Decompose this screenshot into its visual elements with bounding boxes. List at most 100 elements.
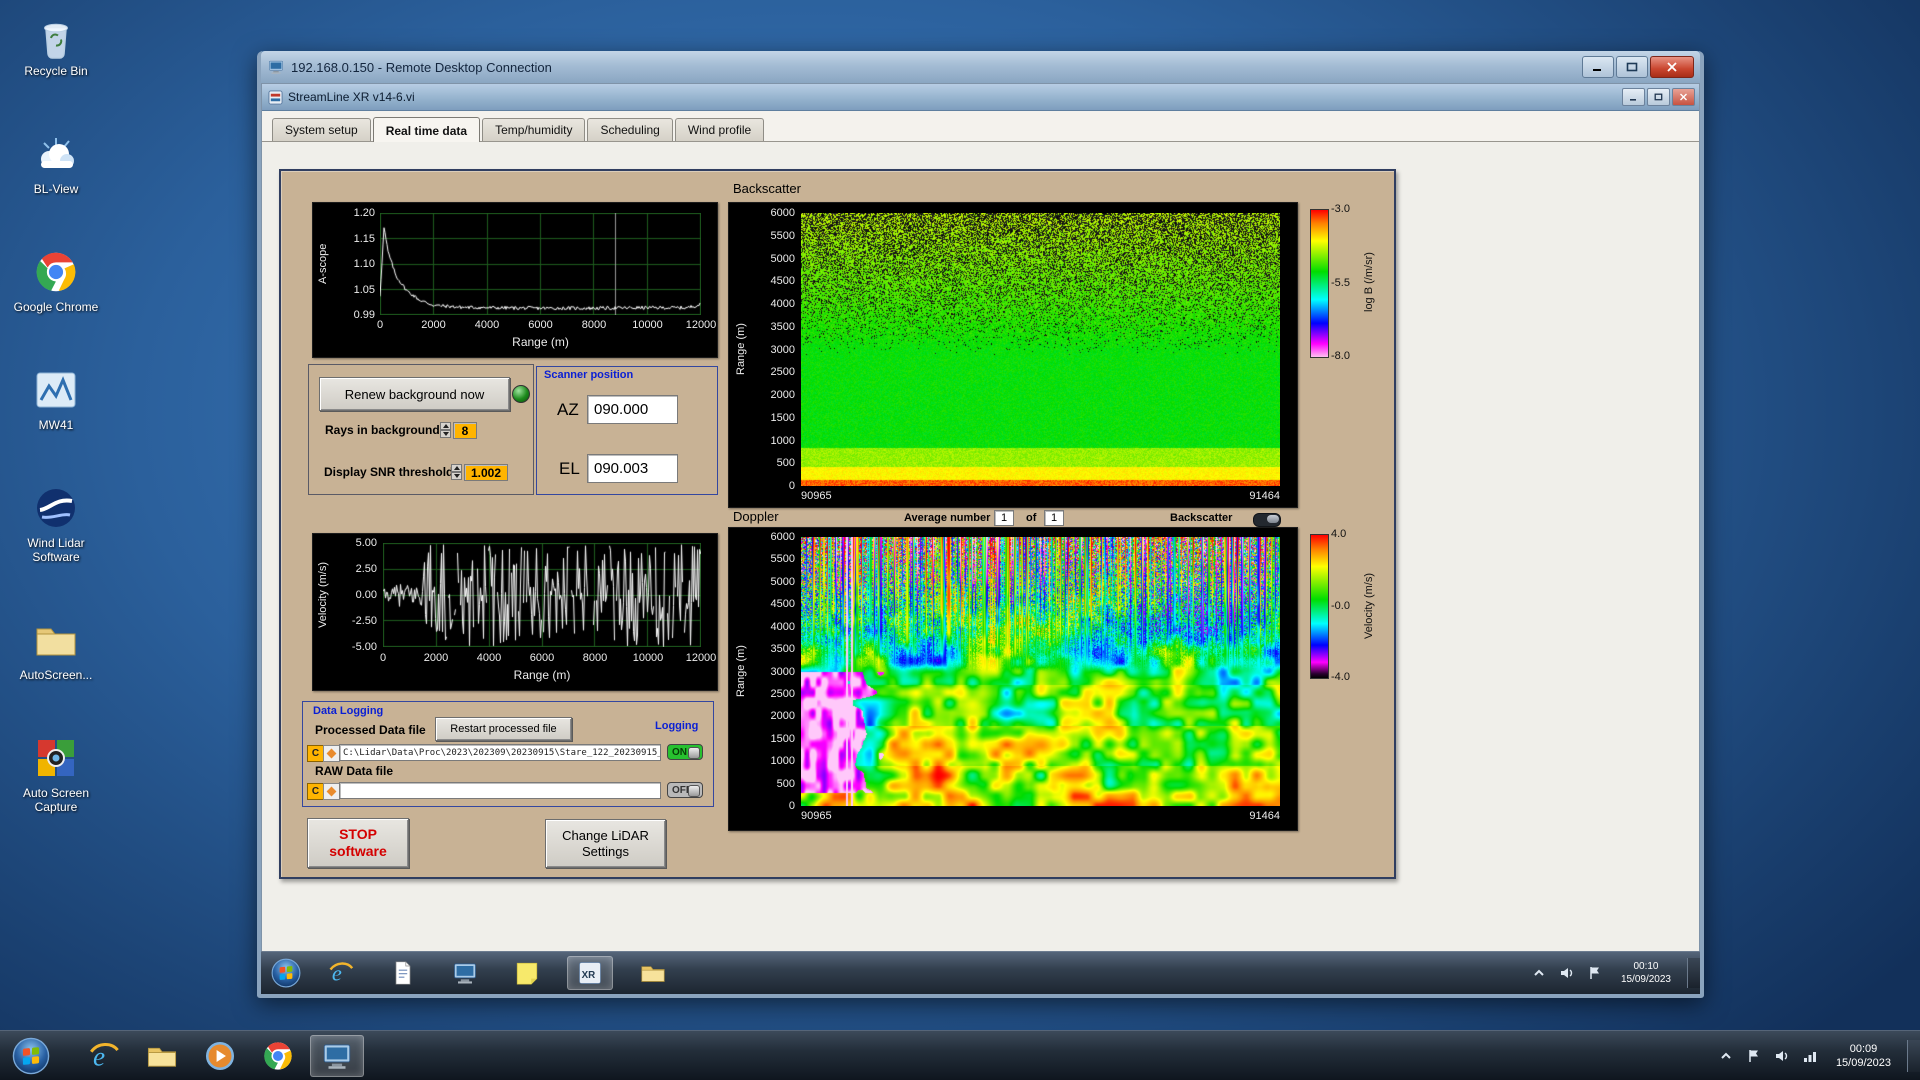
tick-label: 1.20 (354, 207, 375, 219)
renew-status-led (512, 385, 530, 403)
processed-logging-toggle[interactable]: ON (667, 744, 703, 760)
tick-label: 0.00 (356, 589, 377, 601)
desktop-icon-wind-lidar[interactable]: Wind Lidar Software (10, 484, 102, 564)
tick-label: 4.0 (1331, 528, 1346, 540)
renew-background-button[interactable]: Renew background now (319, 377, 510, 411)
hidden-icons-chevron[interactable] (1716, 1046, 1736, 1066)
remote-volume-icon[interactable] (1557, 963, 1577, 983)
app-titlebar[interactable]: StreamLine XR v14-6.vi (262, 84, 1699, 111)
rays-value-field[interactable]: 8 (453, 422, 477, 439)
remote-action-center-flag-icon[interactable] (1585, 963, 1605, 983)
desktop-icon-mw41[interactable]: MW41 (10, 366, 102, 432)
tick-label: 500 (777, 457, 795, 469)
rays-increment[interactable] (440, 422, 451, 430)
tick-label: 2000 (771, 710, 795, 722)
desktop-icon-bl-view[interactable]: BL-View (10, 130, 102, 196)
taskbar-ie-icon[interactable]: e (78, 1036, 130, 1076)
show-desktop-button[interactable] (1907, 1040, 1920, 1072)
doppler-heatmap: Range (m) 600055005000450040003500300025… (728, 527, 1298, 831)
average-count-field[interactable]: 1 (1044, 510, 1064, 526)
taskbar-chrome-icon[interactable] (252, 1036, 304, 1076)
a-scope-plot[interactable] (380, 213, 701, 315)
average-number-field[interactable]: 1 (994, 510, 1014, 526)
velocity-plot[interactable] (383, 543, 701, 647)
snr-threshold-label: Display SNR threshold (324, 465, 453, 479)
tick-label: 10000 (632, 319, 663, 331)
tick-label: 6000 (530, 652, 554, 664)
rays-decrement[interactable] (440, 430, 451, 438)
taskbar-media-player-icon[interactable] (194, 1036, 246, 1076)
remote-start-button[interactable] (271, 958, 301, 988)
desktop-icon-auto-screen-capture[interactable]: Auto Screen Capture (10, 734, 102, 814)
tab-bar: System setupReal time dataTemp/humidityS… (262, 111, 1699, 142)
taskbar-rdp-icon[interactable] (310, 1035, 364, 1077)
tray-network-icon[interactable] (1800, 1046, 1820, 1066)
snr-value-field[interactable]: 1.002 (464, 464, 508, 481)
remote-taskbar-folder-icon[interactable] (631, 957, 675, 989)
doppler-plot[interactable] (801, 537, 1280, 806)
snr-stepper[interactable] (451, 464, 462, 480)
taskbar-explorer-icon[interactable] (136, 1036, 188, 1076)
rdp-titlebar[interactable]: 192.168.0.150 - Remote Desktop Connectio… (261, 51, 1700, 84)
snr-increment[interactable] (451, 464, 462, 472)
tab-temp-humidity[interactable]: Temp/humidity (482, 118, 585, 141)
tick-label: -4.0 (1331, 671, 1350, 683)
remote-taskbar-ie-icon[interactable]: e (319, 957, 363, 989)
app-close-button[interactable] (1672, 88, 1695, 106)
snr-decrement[interactable] (451, 472, 462, 480)
remote-taskbar-document-icon[interactable] (381, 957, 425, 989)
desktop-icon-google-chrome[interactable]: Google Chrome (10, 248, 102, 314)
tick-label: 0.99 (354, 309, 375, 321)
start-button[interactable] (12, 1037, 50, 1075)
remote-clock[interactable]: 00:10 15/09/2023 (1613, 958, 1679, 988)
raw-browse-icon[interactable] (323, 783, 340, 800)
rays-stepper[interactable] (440, 422, 451, 438)
stop-software-button[interactable]: STOP software (307, 818, 409, 868)
processed-browse-icon[interactable] (323, 745, 340, 762)
tick-label: 3500 (771, 321, 795, 333)
processed-path-field[interactable]: C:\Lidar\Data\Proc\2023\202309\20230915\… (339, 744, 661, 761)
app-minimize-button[interactable] (1622, 88, 1645, 106)
tab-scheduling[interactable]: Scheduling (587, 118, 672, 141)
app-restore-button[interactable] (1647, 88, 1670, 106)
data-logging-group: Data Logging Processed Data file Restart… (302, 701, 714, 807)
doppler-heading: Doppler (733, 509, 779, 524)
tick-label: -5.5 (1331, 277, 1350, 289)
tab-wind-profile[interactable]: Wind profile (675, 118, 764, 141)
backscatter-toggle[interactable] (1253, 513, 1281, 527)
settings-button-line2: Settings (582, 844, 629, 860)
tick-label: 90965 (801, 810, 832, 822)
remote-taskbar: e XR 00:10 15/09/2023 (261, 951, 1700, 994)
raw-path-field[interactable] (339, 782, 661, 799)
az-value-field[interactable]: 090.000 (587, 395, 678, 424)
tick-label: 2000 (424, 652, 448, 664)
remote-show-desktop-button[interactable] (1687, 958, 1700, 988)
rdp-title: 192.168.0.150 - Remote Desktop Connectio… (291, 60, 1582, 75)
rdp-close-button[interactable] (1650, 56, 1694, 78)
remote-taskbar-monitor-icon[interactable] (443, 957, 487, 989)
tab-real-time-data[interactable]: Real time data (373, 117, 480, 142)
desktop-icon-recycle-bin[interactable]: Recycle Bin (10, 12, 102, 78)
restart-processed-file-button[interactable]: Restart processed file (435, 717, 572, 741)
app-content: A-scope 1.201.151.101.050.99 02000400060… (262, 142, 1699, 951)
taskbar-clock[interactable]: 00:09 15/09/2023 (1828, 1040, 1899, 1072)
desktop: Recycle Bin BL-View Google Chrome MW41 Wind … (0, 0, 1920, 1080)
remote-taskbar-streamline-xr-icon[interactable]: XR (567, 956, 613, 990)
tick-label: 2500 (771, 688, 795, 700)
desktop-icon-autoscreen[interactable]: AutoScreen... (10, 616, 102, 682)
change-lidar-settings-button[interactable]: Change LiDAR Settings (545, 819, 666, 868)
tab-system-setup[interactable]: System setup (272, 118, 371, 141)
tray-volume-icon[interactable] (1772, 1046, 1792, 1066)
raw-logging-toggle[interactable]: OFF (667, 782, 703, 798)
processed-drive-icon: C (307, 745, 324, 762)
rdp-minimize-button[interactable] (1582, 56, 1614, 78)
remote-hidden-icons-chevron[interactable] (1529, 963, 1549, 983)
remote-taskbar-sticky-note-icon[interactable] (505, 957, 549, 989)
rdp-maximize-button[interactable] (1616, 56, 1648, 78)
tray-flag-icon[interactable] (1744, 1046, 1764, 1066)
backscatter-plot[interactable] (801, 213, 1280, 486)
front-panel: A-scope 1.201.151.101.050.99 02000400060… (279, 169, 1396, 879)
tick-label: 1.05 (354, 284, 375, 296)
app-title: StreamLine XR v14-6.vi (288, 90, 1620, 104)
el-value-field[interactable]: 090.003 (587, 454, 678, 483)
